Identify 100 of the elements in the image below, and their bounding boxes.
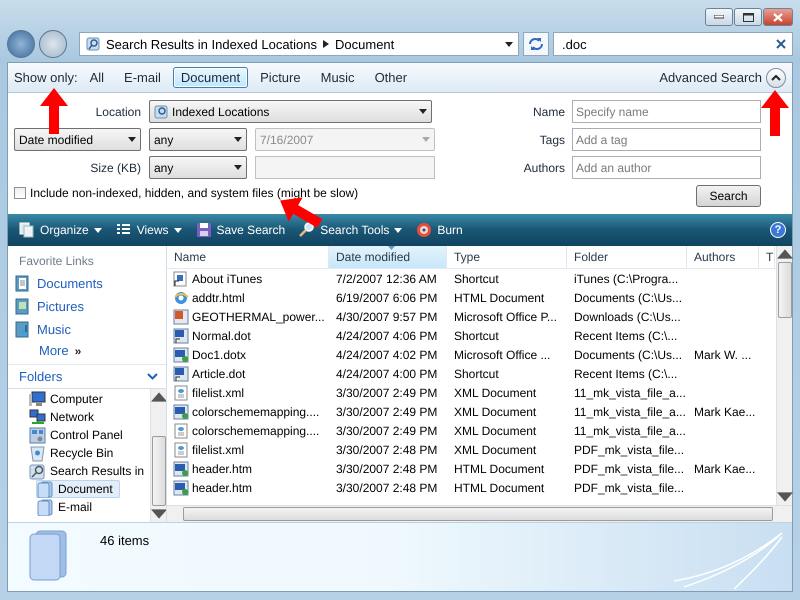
column-header[interactable]: Folder (567, 246, 687, 268)
file-name: Doc1.dotx (192, 348, 246, 362)
help-button[interactable]: ? (770, 222, 786, 238)
toolbar-button[interactable]: Organize (14, 219, 107, 241)
file-name: header.htm (192, 462, 252, 476)
table-cell-text: 3/30/2007 2:49 PM (335, 386, 438, 400)
chevron-up-icon (771, 74, 781, 80)
column-header[interactable]: Type (447, 246, 567, 268)
close-icon (773, 12, 783, 22)
refresh-button[interactable] (523, 32, 549, 56)
address-bar[interactable]: Search Results in Indexed Locations Document (79, 32, 519, 56)
filter-tab[interactable]: All (82, 67, 112, 88)
xml-file-icon (173, 384, 189, 400)
table-cell-text: 6/19/2007 6:06 PM (335, 290, 438, 304)
folder-tree-item[interactable]: E-mail (36, 498, 100, 516)
folder-tree-item[interactable]: Computer (8, 390, 110, 408)
shortcut-file-icon (173, 270, 189, 286)
favorite-link[interactable]: Music (8, 318, 166, 341)
caret-icon (422, 137, 430, 142)
word-file-icon (173, 346, 189, 362)
table-cell-text: Documents (C:\Us... (573, 348, 684, 362)
table-cell-text: 3/30/2007 2:48 PM (335, 480, 438, 494)
more-link[interactable]: More (39, 343, 69, 358)
minimize-button[interactable] (705, 8, 733, 26)
scroll-thumb[interactable] (152, 436, 166, 506)
scroll-thumb[interactable] (183, 507, 773, 521)
filter-tab[interactable]: Document (172, 67, 248, 88)
toolbar-button[interactable]: Burn (411, 219, 468, 241)
filter-tab[interactable]: Picture (252, 67, 309, 88)
table-cell-text: 11_mk_vista_file_a... (573, 404, 687, 418)
maximize-button[interactable] (734, 8, 762, 26)
breadcrumb[interactable]: Document (335, 36, 394, 52)
scroll-thumb[interactable] (778, 262, 792, 318)
file-name-cell[interactable]: About iTunes (167, 270, 329, 286)
scrollbar[interactable] (167, 505, 792, 522)
toolbar-button[interactable]: Search Tools (294, 219, 408, 241)
condition-dropdown[interactable]: any (149, 156, 247, 179)
network-icon (29, 408, 46, 426)
folder-tree-item[interactable]: Search Results in (8, 462, 150, 480)
file-name: filelist.xml (192, 386, 244, 400)
file-name-cell[interactable]: filelist.xml (167, 384, 329, 400)
folder-tree-item[interactable]: Recycle Bin (8, 444, 120, 462)
table-cell-text: PDF_mk_vista_file... (573, 462, 686, 476)
file-name-cell[interactable]: colorschememapping.... (167, 422, 329, 438)
folder-tree-item[interactable]: Document (36, 480, 120, 498)
folder-tree-item[interactable]: Control Panel (8, 426, 130, 444)
file-name-cell[interactable]: filelist.xml (167, 442, 329, 458)
text-field[interactable]: Add a tag (572, 128, 761, 151)
table-cell-text: Shortcut (453, 272, 500, 286)
collapse-button[interactable] (766, 68, 786, 88)
field-label: Size (KB) (89, 160, 141, 174)
location-dropdown[interactable]: Indexed Locations (149, 100, 432, 123)
file-name-cell[interactable]: Normal.dot (167, 328, 329, 344)
pictures-icon (15, 298, 29, 315)
chevron-icon: » (74, 344, 82, 358)
scrollbar[interactable] (776, 246, 792, 505)
search-box[interactable]: .doc (553, 32, 793, 56)
favorite-link[interactable]: Pictures (8, 295, 166, 318)
table-cell-text: HTML Document (453, 462, 546, 476)
back-button[interactable] (7, 30, 35, 58)
filter-tab[interactable]: Music (312, 67, 363, 88)
text-field[interactable]: Add an author (572, 156, 761, 179)
toolbar-button[interactable]: Save Search (190, 219, 290, 241)
search-button[interactable]: Search (696, 185, 761, 207)
minimize-icon (714, 15, 724, 19)
table-cell-text: 7/2/2007 12:36 AM (335, 272, 438, 286)
disc-icon (416, 222, 432, 238)
favorite-link[interactable]: Documents (8, 272, 166, 295)
toolbar-button[interactable]: Views (110, 219, 186, 241)
checkbox[interactable] (14, 187, 26, 199)
file-name-cell[interactable]: addtr.html (167, 290, 329, 306)
globe-icon (173, 290, 189, 306)
advanced-search-link[interactable]: Advanced Search (659, 70, 762, 85)
file-name-cell[interactable]: colorschememapping.... (167, 404, 329, 420)
file-name-cell[interactable]: header.htm (167, 460, 329, 476)
table-cell-text: HTML Document (453, 480, 546, 494)
breadcrumb[interactable]: Search Results in Indexed Locations (106, 36, 318, 52)
file-name-cell[interactable]: Doc1.dotx (167, 346, 329, 362)
forward-button[interactable] (39, 30, 67, 58)
close-button[interactable] (763, 8, 793, 26)
scrollbar[interactable] (150, 389, 166, 522)
file-name-cell[interactable]: Article.dot (167, 366, 329, 382)
table-cell-text: XML Document (453, 404, 538, 418)
recycle-bin-icon (29, 444, 46, 462)
text-field[interactable]: Specify name (572, 100, 761, 123)
filter-tab[interactable]: Other (366, 67, 416, 88)
file-name-cell[interactable]: GEOTHERMAL_power... (167, 308, 329, 324)
folder-tree-item[interactable]: Network (8, 408, 102, 426)
documents-icon (15, 275, 29, 292)
size-field[interactable] (255, 156, 435, 179)
file-name-cell[interactable]: header.htm (167, 480, 329, 496)
caret-icon (505, 42, 513, 46)
folders-heading[interactable]: Folders (19, 369, 62, 384)
column-header[interactable]: T (759, 246, 775, 268)
table-cell-text: Mark Kae... (693, 462, 756, 476)
filter-tab[interactable]: E-mail (116, 67, 169, 88)
computer-icon (29, 390, 46, 408)
field-label: Tags (540, 132, 565, 146)
column-header[interactable]: Authors (687, 246, 759, 268)
column-header[interactable]: Date modified (329, 246, 447, 268)
